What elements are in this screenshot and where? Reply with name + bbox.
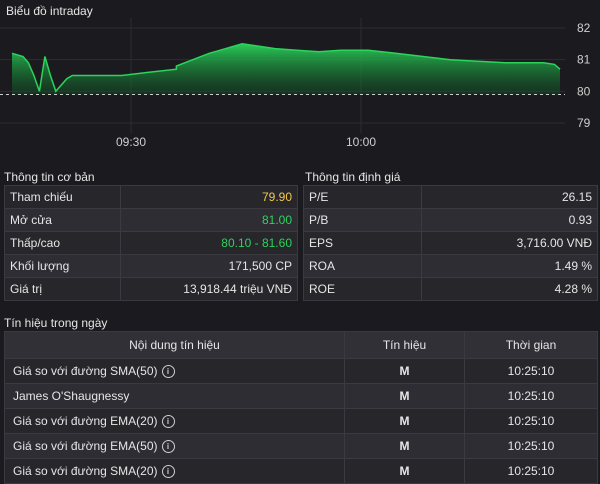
basic-info-row: Giá trị 13,918.44 triệu VNĐ: [4, 277, 298, 301]
col-header-content[interactable]: Nội dung tín hiệu: [4, 331, 345, 359]
col-header-signal[interactable]: Tín hiệu: [344, 331, 465, 359]
price-area: [12, 43, 560, 95]
signal-value: M: [344, 458, 465, 484]
signal-time: 10:25:10: [464, 408, 598, 434]
valuation-row: ROA 1.49 %: [303, 254, 598, 278]
signals-title: Tín hiệu trong ngày: [4, 316, 108, 330]
valuation-value: 0.93: [421, 208, 598, 232]
signal-time: 10:25:10: [464, 358, 598, 384]
chart-title: Biểu đồ intraday: [6, 4, 93, 18]
valuation-label: P/B: [303, 208, 422, 232]
basic-info-label: Mở cửa: [4, 208, 121, 232]
basic-info-title: Thông tin cơ bản: [4, 170, 95, 184]
signal-row[interactable]: Giá so với đường EMA(20) i M 10:25:10: [4, 408, 598, 434]
valuation-value: 1.49 %: [421, 254, 598, 278]
signal-row[interactable]: Giá so với đường EMA(50) i M 10:25:10: [4, 433, 598, 459]
signal-content: Giá so với đường EMA(50): [13, 438, 158, 453]
valuation-label: ROE: [303, 277, 422, 301]
signal-content-cell: Giá so với đường SMA(50) i: [4, 358, 345, 384]
basic-info-row: Tham chiếu 79.90: [4, 185, 298, 209]
valuation-title: Thông tin định giá: [305, 170, 401, 184]
valuation-row: P/E 26.15: [303, 185, 598, 209]
y-tick-label: 80: [577, 84, 591, 98]
col-header-time[interactable]: Thời gian: [464, 331, 598, 359]
basic-info-value: 13,918.44 triệu VNĐ: [120, 277, 298, 301]
basic-info-row: Thấp/cao 80.10 - 81.60: [4, 231, 298, 255]
signal-row[interactable]: Giá so với đường SMA(50) i M 10:25:10: [4, 358, 598, 384]
valuation-label: ROA: [303, 254, 422, 278]
x-tick-label: 09:30: [116, 135, 146, 149]
basic-info-label: Thấp/cao: [4, 231, 121, 255]
signal-content-cell: Giá so với đường SMA(20) i: [4, 458, 345, 484]
valuation-label: EPS: [303, 231, 422, 255]
signal-time: 10:25:10: [464, 433, 598, 459]
basic-info-label: Giá trị: [4, 277, 121, 301]
basic-info-label: Khối lượng: [4, 254, 121, 278]
info-icon[interactable]: i: [161, 465, 175, 479]
valuation-value: 4.28 %: [421, 277, 598, 301]
signal-content-cell: James O'Shaugnessy: [4, 383, 345, 409]
signal-content: Giá so với đường SMA(50): [13, 363, 158, 378]
signal-content: Giá so với đường EMA(20): [13, 413, 158, 428]
signal-row[interactable]: Giá so với đường SMA(20) i M 10:25:10: [4, 458, 598, 484]
intraday-chart[interactable]: 82 81 80 79 09:30 10:00: [0, 18, 600, 153]
y-tick-label: 82: [577, 21, 591, 35]
basic-info-value: 171,500 CP: [120, 254, 298, 278]
signal-content-cell: Giá so với đường EMA(20) i: [4, 408, 345, 434]
signal-content: James O'Shaugnessy: [13, 389, 130, 403]
valuation-value: 26.15: [421, 185, 598, 209]
signal-content-cell: Giá so với đường EMA(50) i: [4, 433, 345, 459]
valuation-value: 3,716.00 VNĐ: [421, 231, 598, 255]
valuation-table: P/E 26.15 P/B 0.93 EPS 3,716.00 VNĐ ROA 1.49 % R…: [303, 185, 598, 301]
signals-header-row: Nội dung tín hiệu Tín hiệu Thời gian: [4, 331, 598, 359]
signal-row[interactable]: James O'Shaugnessy M 10:25:10: [4, 383, 598, 409]
valuation-label: P/E: [303, 185, 422, 209]
basic-info-value: 79.90: [120, 185, 298, 209]
y-tick-label: 81: [577, 53, 591, 67]
basic-info-value: 81.00: [120, 208, 298, 232]
y-tick-label: 79: [577, 116, 591, 130]
signal-content: Giá so với đường SMA(20): [13, 463, 158, 478]
basic-info-table: Tham chiếu 79.90 Mở cửa 81.00 Thấp/cao 80.10 …: [4, 185, 298, 301]
info-icon[interactable]: i: [161, 415, 175, 429]
basic-info-value: 80.10 - 81.60: [120, 231, 298, 255]
signal-value: M: [344, 433, 465, 459]
valuation-row: P/B 0.93: [303, 208, 598, 232]
signals-table: Nội dung tín hiệu Tín hiệu Thời gian Giá…: [4, 331, 598, 484]
x-tick-label: 10:00: [346, 135, 376, 149]
signal-time: 10:25:10: [464, 383, 598, 409]
signal-time: 10:25:10: [464, 458, 598, 484]
info-icon[interactable]: i: [161, 440, 175, 454]
basic-info-row: Khối lượng 171,500 CP: [4, 254, 298, 278]
signal-value: M: [344, 358, 465, 384]
info-icon[interactable]: i: [161, 365, 175, 379]
signal-value: M: [344, 408, 465, 434]
basic-info-label: Tham chiếu: [4, 185, 121, 209]
valuation-row: ROE 4.28 %: [303, 277, 598, 301]
basic-info-row: Mở cửa 81.00: [4, 208, 298, 232]
valuation-row: EPS 3,716.00 VNĐ: [303, 231, 598, 255]
signal-value: M: [344, 383, 465, 409]
